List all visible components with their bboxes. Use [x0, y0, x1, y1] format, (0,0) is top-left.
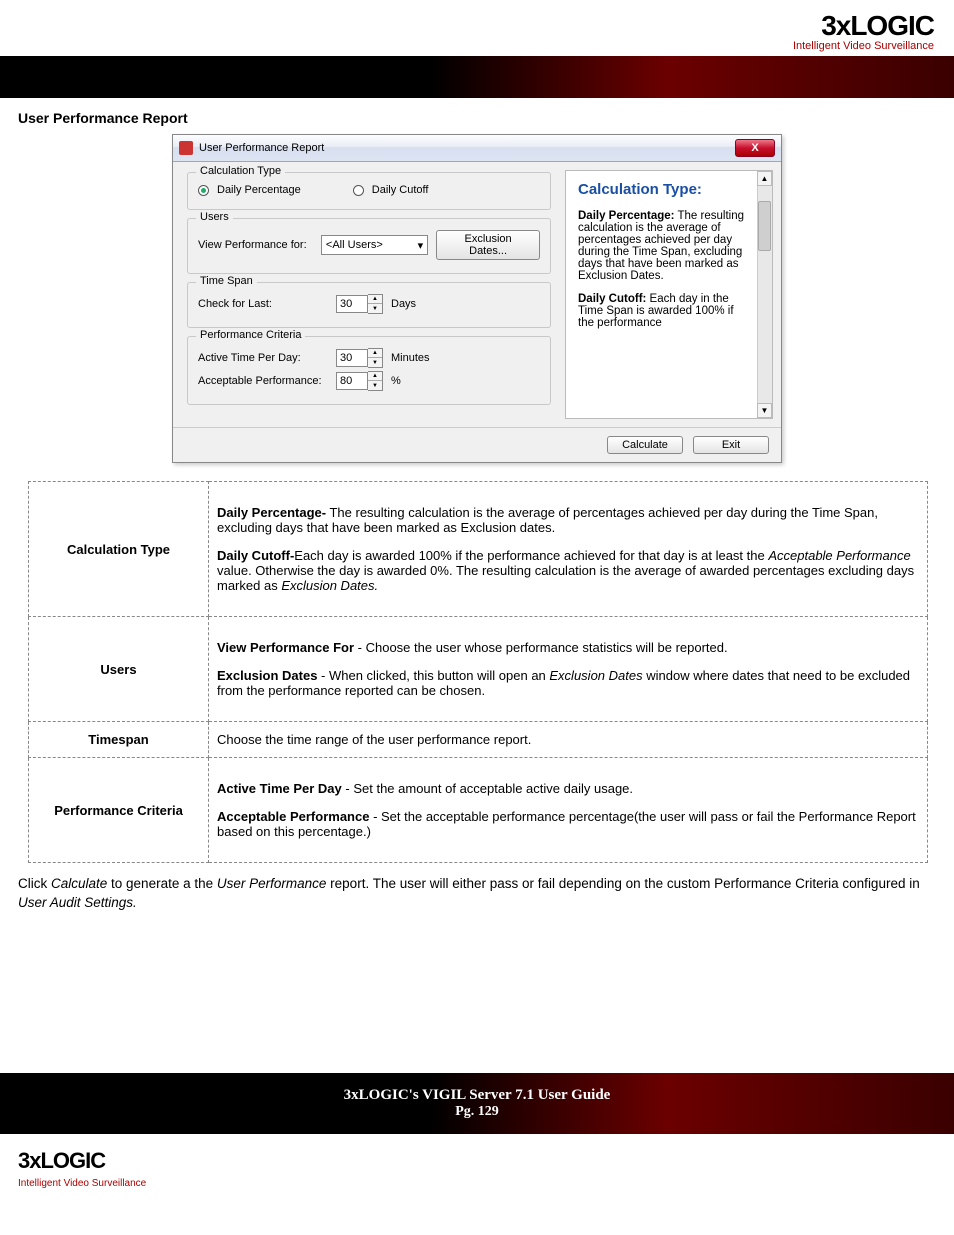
spin-up-icon[interactable]: ▲	[368, 349, 382, 358]
field-label: View Performance for:	[198, 239, 313, 251]
spin-up-icon[interactable]: ▲	[368, 372, 382, 381]
user-performance-dialog: User Performance Report X Calculation Ty…	[172, 134, 782, 463]
help-paragraph: Daily Percentage: The resulting calculat…	[578, 210, 746, 282]
group-legend: Calculation Type	[196, 165, 285, 177]
help-pane: Calculation Type: Daily Percentage: The …	[565, 170, 773, 419]
table-row: Performance Criteria Active Time Per Day…	[29, 758, 928, 863]
radio-label: Daily Percentage	[217, 184, 301, 196]
scroll-up-icon[interactable]: ▲	[757, 171, 772, 186]
table-key: Users	[29, 617, 209, 722]
logo-text: 3xLOGIC	[18, 1148, 954, 1174]
text: report. The user will either pass or fai…	[326, 876, 919, 891]
page-footer-bar: 3xLOGIC's VIGIL Server 7.1 User Guide Pg…	[0, 1073, 954, 1134]
help-title: Calculation Type:	[578, 181, 746, 198]
help-term: Daily Cutoff:	[578, 293, 646, 305]
spin-down-icon[interactable]: ▼	[368, 304, 382, 313]
chevron-down-icon: ▾	[418, 239, 424, 252]
group-legend: Users	[196, 211, 233, 223]
group-legend: Time Span	[196, 275, 257, 287]
table-key: Timespan	[29, 722, 209, 758]
active-time-input[interactable]	[336, 349, 368, 367]
table-row: Users View Performance For - Choose the …	[29, 617, 928, 722]
table-key: Performance Criteria	[29, 758, 209, 863]
text: - Set the amount of acceptable active da…	[342, 781, 633, 796]
dialog-title: User Performance Report	[199, 142, 324, 154]
em: Exclusion Dates.	[281, 578, 378, 593]
text: to generate a the	[107, 876, 217, 891]
body-paragraph: Click Calculate to generate a the User P…	[0, 875, 954, 953]
em: User Performance	[217, 876, 327, 891]
definition-table: Calculation Type Daily Percentage- The r…	[28, 481, 928, 863]
field-label: Check for Last:	[198, 298, 328, 310]
field-label: Active Time Per Day:	[198, 352, 328, 364]
exit-button[interactable]: Exit	[693, 436, 769, 454]
group-criteria: Performance Criteria Active Time Per Day…	[187, 336, 551, 405]
unit-label: %	[391, 375, 401, 387]
table-value: Choose the time range of the user perfor…	[209, 722, 928, 758]
em: Exclusion Dates	[549, 668, 642, 683]
table-value: View Performance For - Choose the user w…	[209, 617, 928, 722]
term: Daily Cutoff-	[217, 548, 294, 563]
term: Daily Percentage-	[217, 505, 326, 520]
em: Calculate	[51, 876, 107, 891]
radio-daily-cutoff[interactable]	[353, 185, 364, 196]
term: Active Time Per Day	[217, 781, 342, 796]
timespan-input[interactable]	[336, 295, 368, 313]
text: Click	[18, 876, 51, 891]
field-label: Acceptable Performance:	[198, 375, 328, 387]
text: Each day is awarded 100% if the performa…	[294, 548, 768, 563]
scroll-down-icon[interactable]: ▼	[757, 403, 772, 418]
help-term: Daily Percentage:	[578, 210, 675, 222]
footer-title: 3xLOGIC's VIGIL Server 7.1 User Guide	[0, 1087, 954, 1104]
term: Acceptable Performance	[217, 809, 369, 824]
section-heading: User Performance Report	[0, 98, 954, 134]
group-users: Users View Performance for: <All Users> …	[187, 218, 551, 274]
logo-tagline: Intelligent Video Surveillance	[18, 1178, 146, 1189]
table-value: Daily Percentage- The resulting calculat…	[209, 482, 928, 617]
close-button[interactable]: X	[735, 139, 775, 157]
acceptable-input[interactable]	[336, 372, 368, 390]
radio-label: Daily Cutoff	[372, 184, 429, 196]
logo-tagline: Intelligent Video Surveillance	[0, 40, 934, 52]
spin-down-icon[interactable]: ▼	[368, 381, 382, 390]
group-calc-type: Calculation Type Daily Percentage Daily …	[187, 172, 551, 210]
exclusion-dates-button[interactable]: Exclusion Dates...	[436, 230, 540, 260]
group-timespan: Time Span Check for Last: ▲▼ Days	[187, 282, 551, 328]
app-icon	[179, 141, 193, 155]
close-icon: X	[751, 142, 758, 154]
table-row: Timespan Choose the time range of the us…	[29, 722, 928, 758]
active-time-spinner[interactable]: ▲▼	[336, 348, 383, 368]
table-value: Active Time Per Day - Set the amount of …	[209, 758, 928, 863]
calculate-button[interactable]: Calculate	[607, 436, 683, 454]
scroll-thumb[interactable]	[758, 201, 771, 251]
term: View Performance For	[217, 640, 354, 655]
table-row: Calculation Type Daily Percentage- The r…	[29, 482, 928, 617]
table-key: Calculation Type	[29, 482, 209, 617]
header-logo: 3xLOGIC Intelligent Video Surveillance	[0, 0, 954, 56]
term: Exclusion Dates	[217, 668, 317, 683]
spin-down-icon[interactable]: ▼	[368, 358, 382, 367]
footer-page: Pg. 129	[0, 1104, 954, 1120]
header-bar	[0, 56, 954, 98]
logo-text: 3xLOGIC	[0, 10, 934, 42]
dialog-footer: Calculate Exit	[173, 427, 781, 462]
select-value: <All Users>	[326, 239, 383, 251]
group-legend: Performance Criteria	[196, 329, 305, 341]
unit-label: Minutes	[391, 352, 430, 364]
acceptable-spinner[interactable]: ▲▼	[336, 371, 383, 391]
em: Acceptable Performance	[768, 548, 910, 563]
text: - When clicked, this button will open an	[317, 668, 549, 683]
help-paragraph: Daily Cutoff: Each day in the Time Span …	[578, 293, 746, 329]
spin-up-icon[interactable]: ▲	[368, 295, 382, 304]
timespan-spinner[interactable]: ▲▼	[336, 294, 383, 314]
footer-logo: 3xLOGIC Intelligent Video Surveillance	[0, 1134, 954, 1203]
em: User Audit Settings.	[18, 895, 137, 910]
titlebar: User Performance Report X	[173, 135, 781, 162]
users-select[interactable]: <All Users> ▾	[321, 235, 428, 255]
radio-daily-percentage[interactable]	[198, 185, 209, 196]
text: - Choose the user whose performance stat…	[354, 640, 728, 655]
unit-label: Days	[391, 298, 416, 310]
